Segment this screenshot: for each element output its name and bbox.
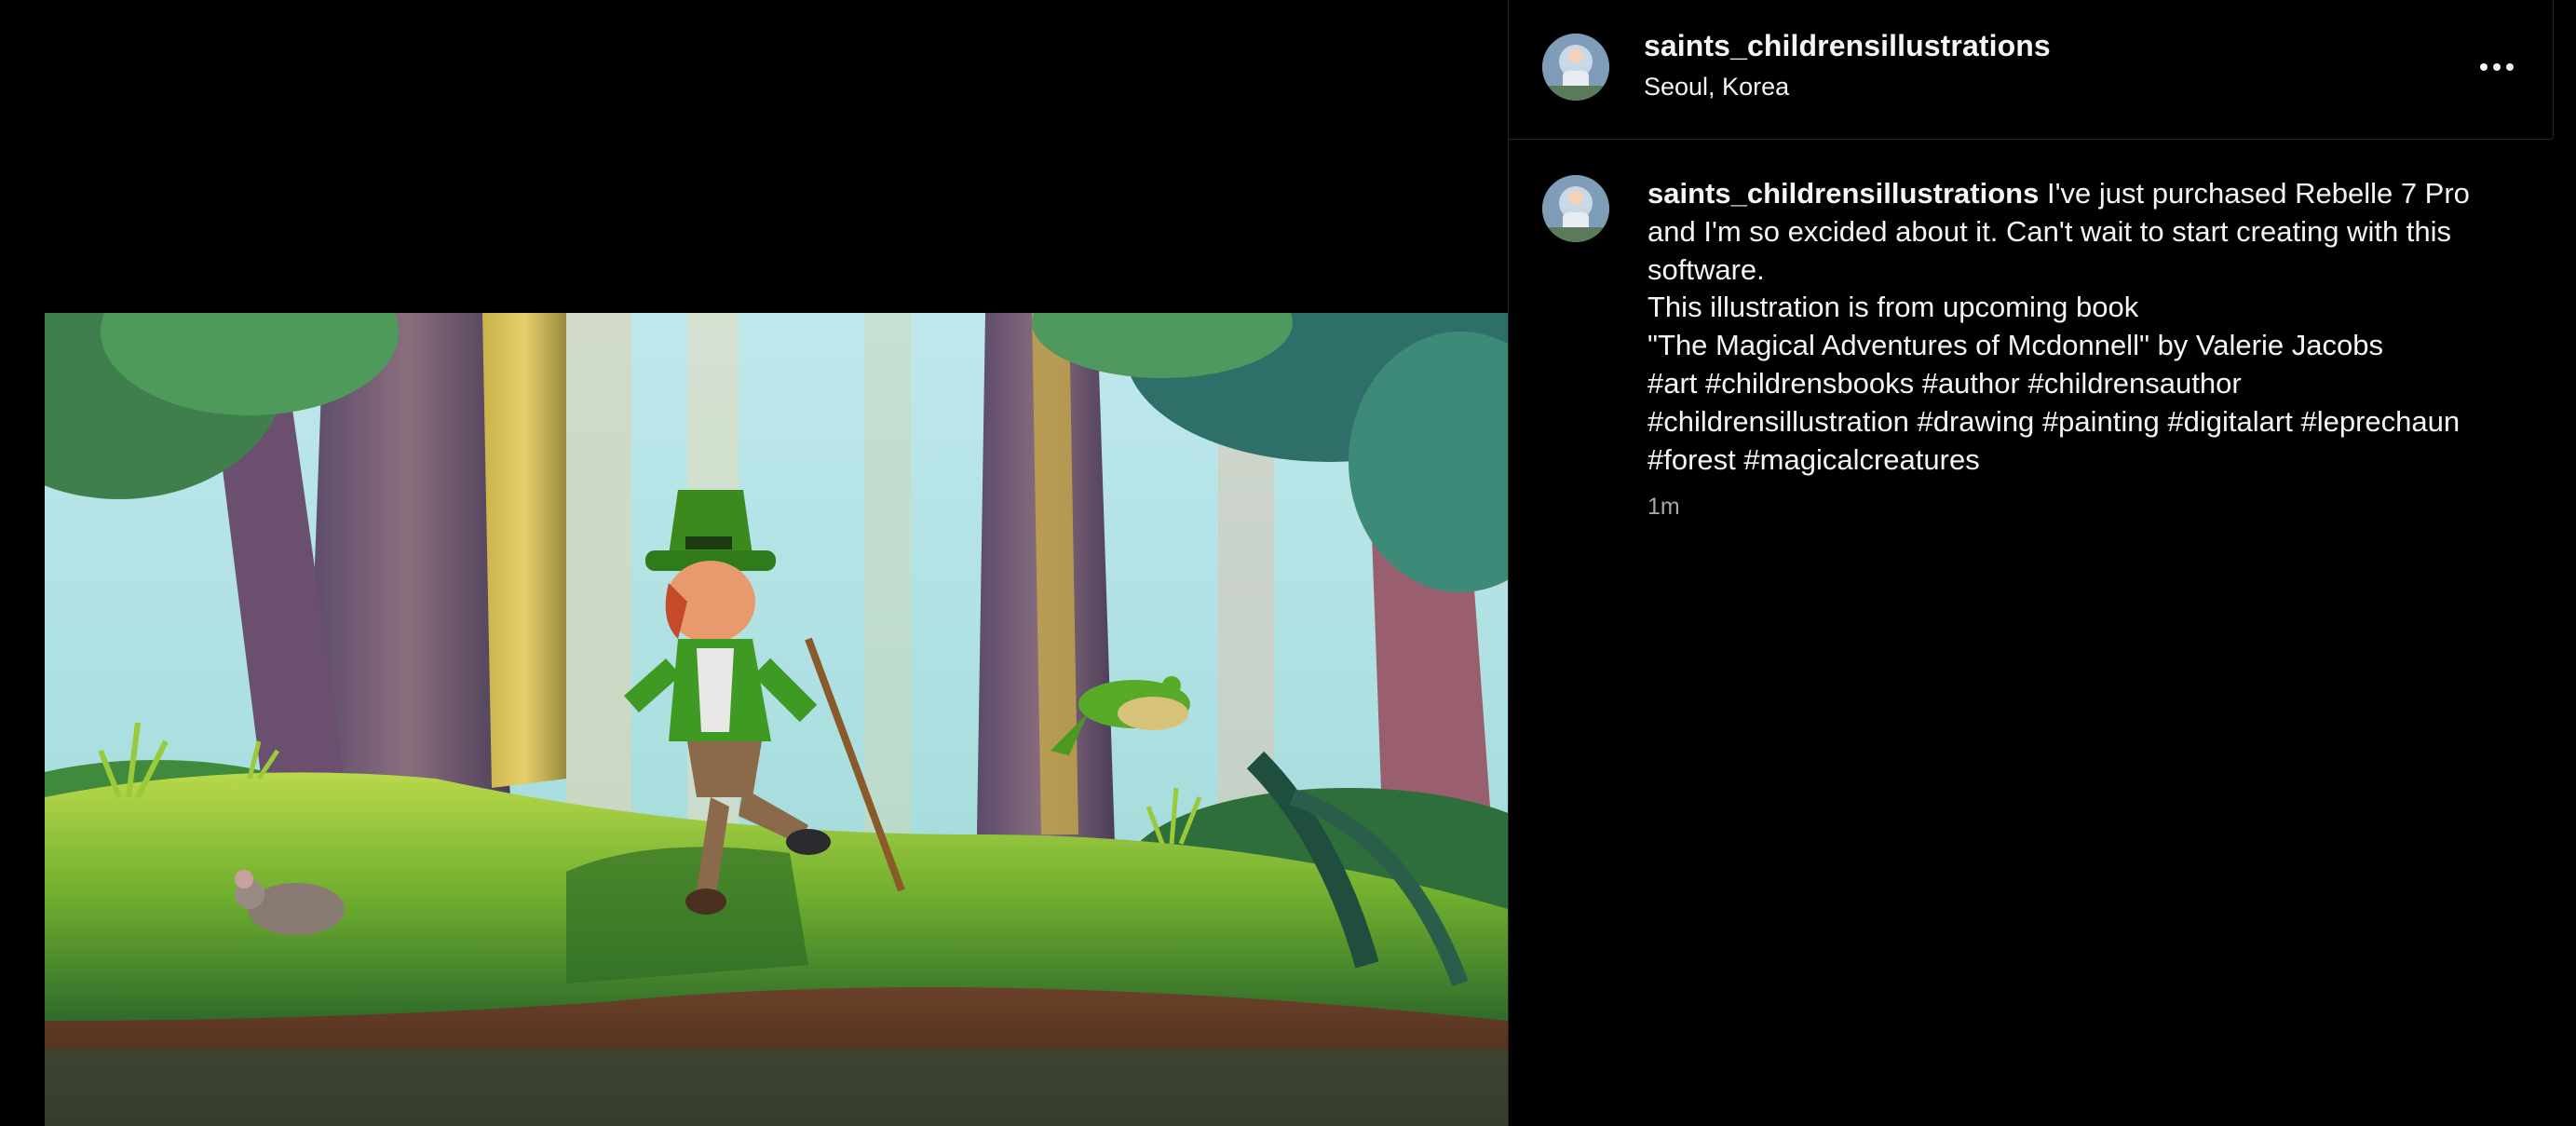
more-dot-icon: [2480, 63, 2488, 71]
hashtag-link[interactable]: #childrensbooks: [1705, 367, 1914, 400]
caption-line: and I'm so excided about it. Can't wait …: [1647, 214, 2452, 248]
more-dot-icon: [2506, 63, 2514, 71]
hashtag-line: #art #childrensbooks #author #childrensa…: [1647, 365, 2542, 403]
media-area: [0, 0, 1508, 1126]
caption-first-line: I've just purchased Rebelle 7 Pro: [2039, 177, 2470, 210]
hashtag-line: #childrensillustration #drawing #paintin…: [1647, 403, 2542, 441]
hashtag-link[interactable]: #childrensillustration: [1647, 405, 1909, 438]
post-location[interactable]: Seoul, Korea: [1644, 73, 1789, 102]
post-image[interactable]: [45, 313, 1508, 1126]
caption-username[interactable]: saints_childrensillustrations: [1647, 177, 2039, 210]
hashtag-link[interactable]: #childrensauthor: [2027, 367, 2241, 400]
post-header: saints_childrensillustrations Seoul, Kor…: [1509, 0, 2554, 140]
caption-author-avatar[interactable]: [1542, 175, 1609, 242]
hashtag-link[interactable]: #drawing: [1918, 405, 2035, 438]
author-avatar[interactable]: [1542, 34, 1609, 101]
hashtag-link[interactable]: #forest: [1647, 443, 1736, 476]
author-username[interactable]: saints_childrensillustrations: [1644, 29, 2051, 63]
post-viewer: saints_childrensillustrations Seoul, Kor…: [0, 0, 2576, 1126]
caption-line: "The Magical Adventures of Mcdonnell" by…: [1647, 329, 2383, 362]
avatar-image: [1542, 175, 1609, 242]
hashtag-line: #forest #magicalcreatures: [1647, 441, 2542, 480]
post-side-panel: saints_childrensillustrations Seoul, Kor…: [1508, 0, 2576, 1126]
caption-line: saints_childrensillustrations I've just …: [1647, 175, 2542, 213]
caption-text: saints_childrensillustrations I've just …: [1647, 175, 2542, 479]
avatar-image: [1542, 34, 1609, 101]
hashtag-link[interactable]: #art: [1647, 367, 1697, 400]
hashtag-link[interactable]: #author: [1922, 367, 2020, 400]
more-options-button[interactable]: [2469, 47, 2525, 88]
caption-line: This illustration is from upcoming book: [1647, 291, 2139, 324]
hashtag-link[interactable]: #magicalcreatures: [1743, 443, 1979, 476]
caption-line: software.: [1647, 252, 1765, 286]
hashtag-link[interactable]: #digitalart: [2167, 405, 2292, 438]
hashtag-link[interactable]: #painting: [2042, 405, 2160, 438]
hashtag-link[interactable]: #leprechaun: [2300, 405, 2460, 438]
more-dot-icon: [2493, 63, 2501, 71]
post-timestamp[interactable]: 1m: [1647, 494, 1680, 521]
